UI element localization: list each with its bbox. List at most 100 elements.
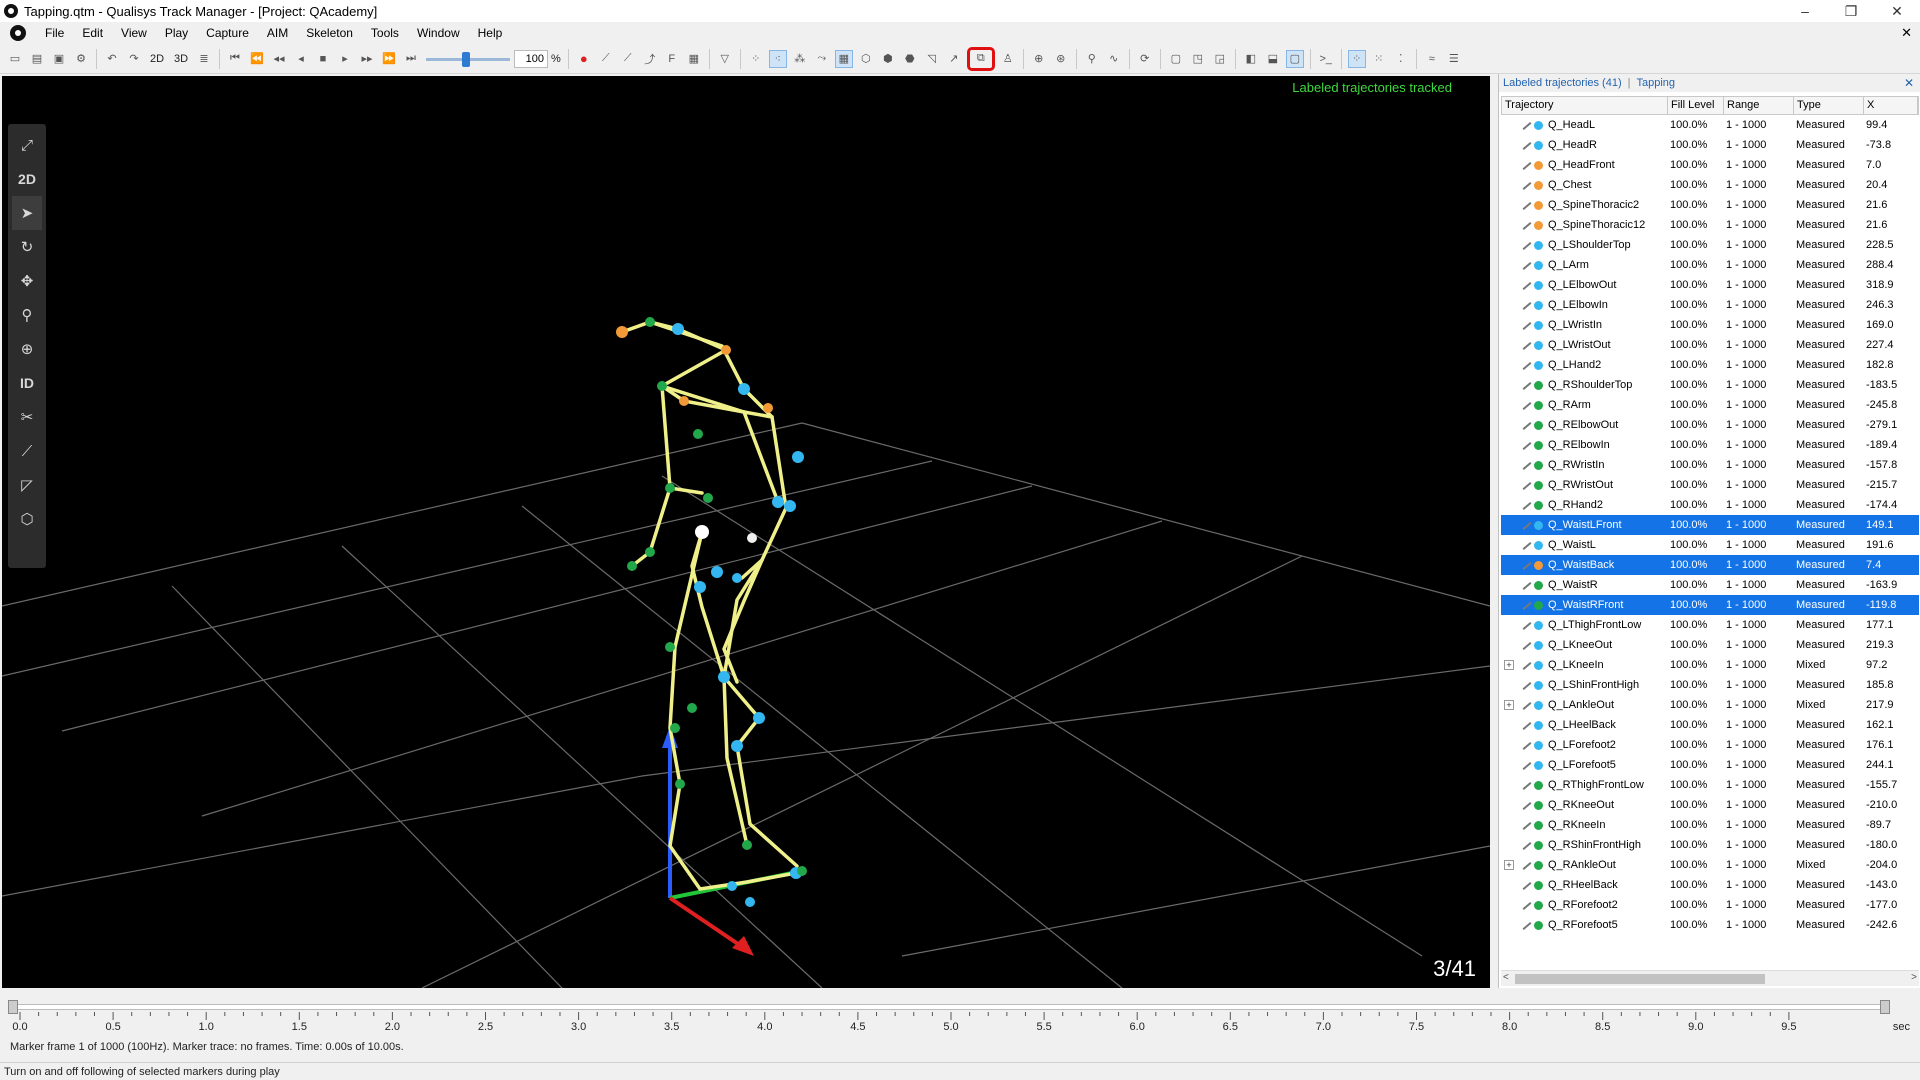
trajectory-cell[interactable]: Q_RKneeOut	[1501, 799, 1667, 811]
visibility-check-icon[interactable]	[1522, 560, 1534, 570]
maximize-button[interactable]: ❐	[1828, 0, 1874, 22]
trajectory-cell[interactable]: Q_WaistBack	[1501, 559, 1667, 571]
trajectory-cell[interactable]: Q_Chest	[1501, 179, 1667, 191]
camera-view-icon[interactable]: ◹	[923, 50, 941, 68]
column-header-x[interactable]: X	[1864, 97, 1918, 114]
trajectory-cell[interactable]: Q_RArm	[1501, 399, 1667, 411]
table-row[interactable]: Q_RThighFrontLow 100.0% 1 - 1000 Measured -1…	[1501, 775, 1919, 795]
force-icon[interactable]: F	[663, 50, 681, 68]
trail-icon[interactable]: ↗	[945, 50, 963, 68]
play-backward-icon[interactable]: ◂	[292, 50, 310, 68]
trajectory-color-icon[interactable]	[1534, 200, 1543, 210]
trajectory-cell[interactable]: Q_HeadR	[1501, 139, 1667, 151]
trajectory-tool-icon[interactable]: ⟋	[597, 50, 615, 68]
visibility-check-icon[interactable]	[1522, 420, 1534, 430]
trajectory-cell[interactable]: Q_SpineThoracic2	[1501, 199, 1667, 211]
visibility-check-icon[interactable]	[1522, 300, 1534, 310]
minimize-button[interactable]: –	[1782, 0, 1828, 22]
trajectory-color-icon[interactable]	[1534, 880, 1543, 890]
table-row[interactable]: Q_RHand2 100.0% 1 - 1000 Measured -174.4	[1501, 495, 1919, 515]
table-row[interactable]: Q_LForefoot5 100.0% 1 - 1000 Measured 244.1	[1501, 755, 1919, 775]
trajectory-color-icon[interactable]	[1534, 760, 1543, 770]
trajectory-color-icon[interactable]	[1534, 340, 1543, 350]
play-icon[interactable]: ▸	[336, 50, 354, 68]
table-row[interactable]: Q_LHand2 100.0% 1 - 1000 Measured 182.8	[1501, 355, 1919, 375]
identify-tool[interactable]: ID	[12, 366, 42, 400]
table-row[interactable]: Q_LShoulderTop 100.0% 1 - 1000 Measured 228.…	[1501, 235, 1919, 255]
object-icon[interactable]: ⬣	[901, 50, 919, 68]
table-row[interactable]: Q_WaistL 100.0% 1 - 1000 Measured 191.6	[1501, 535, 1919, 555]
table-row[interactable]: Q_RArm 100.0% 1 - 1000 Measured -245.8	[1501, 395, 1919, 415]
center-icon[interactable]: ⊕	[1030, 50, 1048, 68]
trajectory-cell[interactable]: + Q_LAnkleOut	[1501, 699, 1667, 711]
trajectory-cell[interactable]: Q_LHeelBack	[1501, 719, 1667, 731]
fast-rewind-icon[interactable]: ⏪	[248, 50, 266, 68]
close-window-button[interactable]: ✕	[1874, 0, 1920, 22]
go-to-end-icon[interactable]: ⏭	[402, 50, 420, 68]
playback-speed-slider[interactable]	[426, 50, 510, 68]
visibility-check-icon[interactable]	[1522, 360, 1534, 370]
view-2d-button[interactable]: 2D	[148, 50, 166, 68]
trajectory-color-icon[interactable]	[1534, 700, 1543, 710]
new-file-icon[interactable]: ▭	[6, 50, 24, 68]
trajectory-cell[interactable]: Q_WaistL	[1501, 539, 1667, 551]
trajectory-cell[interactable]: Q_RThighFrontLow	[1501, 779, 1667, 791]
trajectory-cell[interactable]: Q_RShoulderTop	[1501, 379, 1667, 391]
table-row[interactable]: Q_HeadL 100.0% 1 - 1000 Measured 99.4	[1501, 115, 1919, 135]
trajectory-color-icon[interactable]	[1534, 620, 1543, 630]
visibility-check-icon[interactable]	[1522, 460, 1534, 470]
table-row[interactable]: + Q_RAnkleOut 100.0% 1 - 1000 Mixed -204.0	[1501, 855, 1919, 875]
menu-play[interactable]: Play	[156, 22, 197, 44]
visibility-check-icon[interactable]	[1522, 780, 1534, 790]
trajectory-cell[interactable]: Q_LElbowOut	[1501, 279, 1667, 291]
plot-icon[interactable]: ≈	[1423, 50, 1441, 68]
visibility-check-icon[interactable]	[1522, 640, 1534, 650]
scrollbar-thumb[interactable]	[1515, 974, 1765, 984]
visibility-check-icon[interactable]	[1522, 900, 1534, 910]
table-row[interactable]: Q_HeadFront 100.0% 1 - 1000 Measured 7.0	[1501, 155, 1919, 175]
trajectory-cell[interactable]: Q_RElbowOut	[1501, 419, 1667, 431]
trajectory-color-icon[interactable]	[1534, 460, 1543, 470]
menu-tools[interactable]: Tools	[362, 22, 408, 44]
bone-edit-icon[interactable]: ⟋	[12, 434, 42, 468]
table-row[interactable]: Q_Chest 100.0% 1 - 1000 Measured 20.4	[1501, 175, 1919, 195]
create-volume-icon[interactable]: ◸	[12, 468, 42, 502]
rotate-view-icon[interactable]: ↻	[12, 230, 42, 264]
visibility-check-icon[interactable]	[1522, 380, 1534, 390]
slider-thumb[interactable]	[462, 51, 470, 67]
trajectory-cell[interactable]: Q_RElbowIn	[1501, 439, 1667, 451]
trajectory-cell[interactable]: Q_LForefoot2	[1501, 739, 1667, 751]
trajectory-cell[interactable]: + Q_LKneeIn	[1501, 659, 1667, 671]
playback-speed-input[interactable]: 100	[514, 49, 548, 68]
view-3d-button[interactable]: 3D	[172, 50, 190, 68]
qtm-logo-icon[interactable]	[10, 25, 26, 41]
follow-markers-icon[interactable]: ⧉	[966, 46, 995, 71]
trajectory-color-icon[interactable]	[1534, 380, 1543, 390]
visibility-check-icon[interactable]	[1522, 280, 1534, 290]
table-row[interactable]: Q_RHeelBack 100.0% 1 - 1000 Measured -143.0	[1501, 875, 1919, 895]
refresh-icon[interactable]: ⟳	[1136, 50, 1154, 68]
visibility-check-icon[interactable]	[1522, 520, 1534, 530]
trajectory-cell[interactable]: Q_RForefoot5	[1501, 919, 1667, 931]
visibility-check-icon[interactable]	[1522, 740, 1534, 750]
column-header-trajectory[interactable]: Trajectory	[1502, 97, 1668, 114]
trajectory-color-icon[interactable]	[1534, 900, 1543, 910]
ai-label-icon[interactable]: ⁘	[1347, 49, 1366, 68]
gap-fill-icon[interactable]: ⁙	[1370, 50, 1388, 68]
visibility-check-icon[interactable]	[1522, 840, 1534, 850]
table-row[interactable]: Q_RShinFrontHigh 100.0% 1 - 1000 Measured -1…	[1501, 835, 1919, 855]
table-row[interactable]: Q_RKneeOut 100.0% 1 - 1000 Measured -210.0	[1501, 795, 1919, 815]
trajectory-cell[interactable]: Q_RWristIn	[1501, 459, 1667, 471]
table-row[interactable]: Q_LElbowOut 100.0% 1 - 1000 Measured 318.9	[1501, 275, 1919, 295]
visibility-check-icon[interactable]	[1522, 820, 1534, 830]
panel-left-icon[interactable]: ◧	[1242, 50, 1260, 68]
visibility-check-icon[interactable]	[1522, 320, 1534, 330]
horizontal-scrollbar[interactable]: < >	[1501, 970, 1919, 986]
trajectory-color-icon[interactable]	[1534, 520, 1543, 530]
bone-icon[interactable]: ⤳	[813, 50, 831, 68]
visibility-check-icon[interactable]	[1522, 180, 1534, 190]
3d-viewport[interactable]: Labeled trajectories tracked 3/41 ⤢ 2D ➤…	[2, 76, 1490, 988]
open-folder-icon[interactable]: ▤	[28, 50, 46, 68]
rotate-center-icon[interactable]: ⊛	[1052, 50, 1070, 68]
trajectory-cell[interactable]: Q_RShinFrontHigh	[1501, 839, 1667, 851]
